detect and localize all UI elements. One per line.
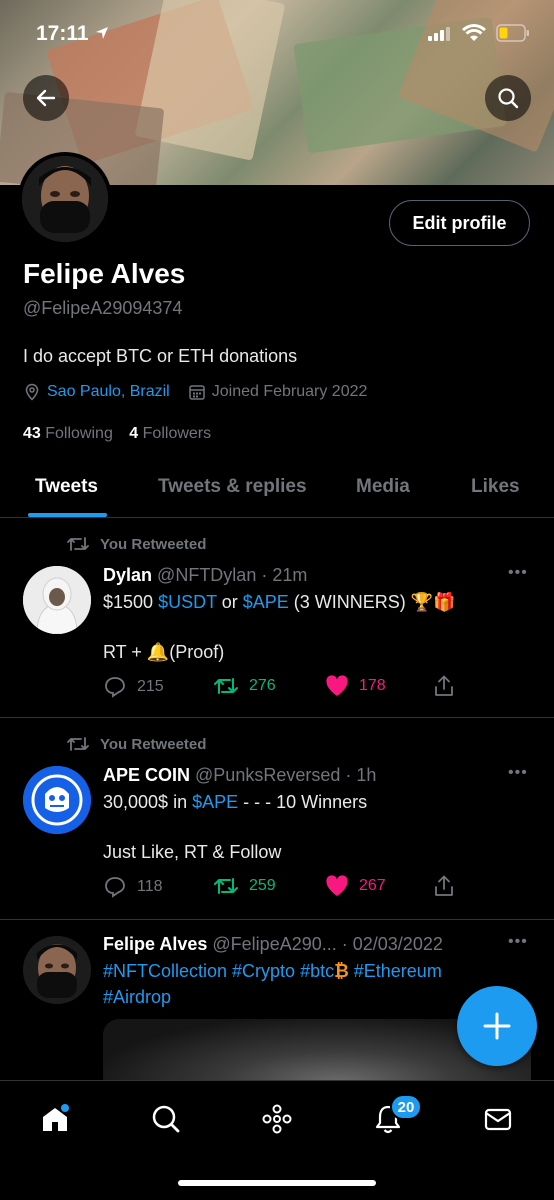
nav-messages[interactable] [478,1099,518,1139]
wifi-icon [462,24,486,41]
share-icon [435,875,453,896]
status-time: 17:11 [36,22,110,46]
profile-tabs: Tweets Tweets & replies Media Likes [0,464,554,518]
profile-meta: Sao Paulo, Brazil Joined February 2022 [23,383,367,401]
compose-tweet-button[interactable] [457,986,537,1066]
nav-explore[interactable] [146,1099,186,1139]
retweet-indicator: You Retweeted [66,535,206,553]
more-options-icon[interactable]: ••• [508,933,528,951]
spaces-icon [262,1104,292,1134]
tweet-hashtags[interactable]: #NFTCollection #Crypto #btc₿ #Ethereum [103,958,442,984]
share-button[interactable] [433,875,455,897]
home-icon [43,1104,69,1131]
location-arrow-icon [96,27,109,39]
retweet-indicator: You Retweeted [66,735,206,753]
profile-avatar[interactable] [18,152,112,246]
tweet-header: Dylan @NFTDylan · 21m [103,565,308,585]
nav-home[interactable] [35,1099,75,1139]
active-tab-indicator [28,513,107,517]
avatar[interactable] [23,566,91,634]
like-button[interactable]: 178 [325,675,386,697]
reply-button[interactable]: 215 [103,675,164,699]
following-link[interactable]: 43 Following [23,425,113,442]
retweet-icon [67,737,89,751]
profile-bio: I do accept BTC or ETH donations [23,346,298,366]
profile-joined: Joined February 2022 [211,383,368,400]
tweet-actions: 118 259 267 [103,875,463,901]
avatar[interactable] [23,936,91,1004]
home-indicator [178,1180,376,1186]
tweet-header: Felipe Alves @FelipeA290... · 02/03/2022 [103,934,443,954]
more-options-icon[interactable]: ••• [508,564,528,582]
tweet-actions: 215 276 178 [103,675,463,701]
tab-tweets[interactable]: Tweets [35,476,98,498]
reply-button[interactable]: 118 [103,875,163,899]
search-icon [152,1105,180,1133]
location-pin-icon [25,383,39,401]
nav-spaces[interactable] [257,1099,297,1139]
status-bar: 17:11 [0,0,554,70]
plus-icon [483,1012,511,1040]
retweet-icon [214,878,238,894]
retweet-button[interactable]: 276 [213,675,276,697]
tweet-header: APE COIN @PunksReversed · 1h [103,765,377,785]
heart-icon [326,675,348,696]
profile-name: Felipe Alves [23,258,186,289]
more-options-icon[interactable]: ••• [508,764,528,782]
tweet-text: $1500 $USDT or $APE (3 WINNERS) 🏆🎁 [103,592,456,612]
share-button[interactable] [433,675,455,697]
mail-icon [484,1108,512,1131]
arrow-left-icon [36,89,56,107]
tweet-hashtags[interactable]: #Airdrop [103,984,171,1010]
calendar-icon [188,385,205,400]
edit-profile-button[interactable]: Edit profile [389,200,530,246]
reply-icon [105,677,125,698]
profile-handle: @FelipeA29094374 [23,298,183,318]
tweet-text: Just Like, RT & Follow [103,842,282,862]
profile-location[interactable]: Sao Paulo, Brazil [47,383,170,401]
tweet[interactable]: You Retweeted APE COIN @PunksReversed · … [0,718,554,920]
tweet-text: 30,000$ in $APE - - - 10 Winners [103,792,368,812]
tweet[interactable]: You Retweeted Dylan @NFTDylan · 21m ••• … [0,518,554,718]
avatar[interactable] [23,766,91,834]
retweet-icon [214,678,238,694]
search-button[interactable] [485,75,531,121]
search-icon [498,88,519,109]
follow-stats: 43 Following 4 Followers [23,425,211,443]
retweet-icon [67,537,89,551]
back-button[interactable] [23,75,69,121]
tweet-text: RT + 🔔(Proof) [103,642,225,662]
followers-link[interactable]: 4 Followers [129,425,211,442]
signal-icon [428,27,450,41]
battery-icon [496,24,529,42]
heart-icon [326,875,348,896]
share-icon [435,675,453,696]
tab-likes[interactable]: Likes [471,476,520,498]
retweet-button[interactable]: 259 [213,875,276,897]
notification-badge: 20 [390,1094,422,1120]
bitcoin-icon: ₿ [334,961,349,981]
tab-tweets-replies[interactable]: Tweets & replies [158,476,307,498]
like-button[interactable]: 267 [325,875,386,897]
tab-media[interactable]: Media [356,476,410,498]
reply-icon [105,877,125,898]
